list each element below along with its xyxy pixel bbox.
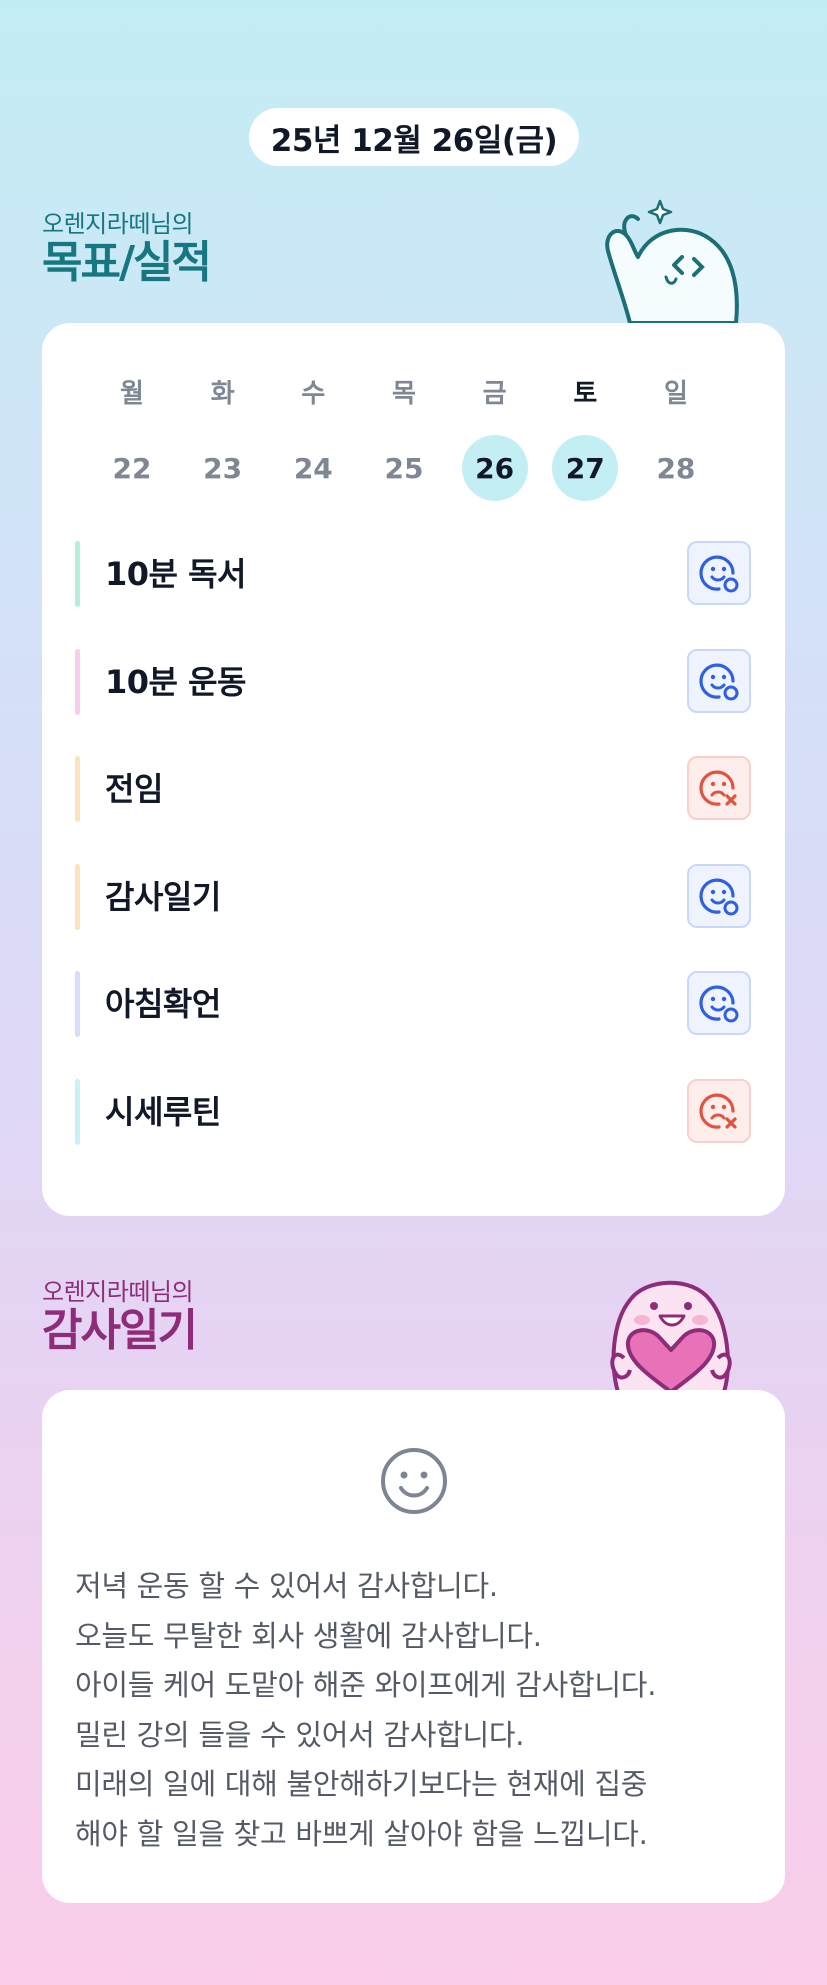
diary-line-3: 아이들 케어 도맡아 해준 와이프에게 감사합니다. — [75, 1668, 657, 1702]
goal-color-bar — [75, 648, 80, 715]
diary-line-6: 해야 할 일을 찾고 바쁘게 살아야 함을 느낍니다. — [75, 1816, 648, 1851]
goal-row[interactable]: 10분 운동 — [75, 648, 751, 715]
thumbs-up-mascot-icon — [605, 199, 739, 325]
goal-label: 시세루틴 — [105, 1092, 221, 1131]
diary-line-2: 오늘도 무탈한 회사 생활에 감사합니다. — [75, 1618, 542, 1653]
smile-icon — [381, 1448, 447, 1514]
date-27-today[interactable]: 27 — [552, 435, 619, 501]
day-name-mon: 월 — [120, 378, 144, 409]
date-label[interactable]: 25년 12월 26일(금) — [249, 108, 579, 166]
heart-holding-mascot-icon — [610, 1280, 732, 1392]
date-24[interactable]: 24 — [280, 435, 346, 501]
day-name-tue: 화 — [210, 378, 235, 409]
goal-status-fail-button[interactable] — [687, 756, 751, 820]
goal-color-bar — [75, 1078, 80, 1145]
goal-color-bar — [75, 756, 80, 822]
goal-status-done-button[interactable] — [687, 863, 751, 928]
day-name-sat: 토 — [573, 378, 598, 409]
gratitude-card: 저녁 운동 할 수 있어서 감사합니다. 오늘도 무탈한 회사 생활에 감사합니… — [42, 1390, 785, 1903]
goal-color-bar — [75, 541, 80, 607]
goal-section-title: 목표/실적 — [42, 237, 212, 288]
date-25[interactable]: 25 — [371, 435, 437, 501]
day-name-wed: 수 — [301, 378, 326, 409]
diary-line-4: 밀린 강의 들을 수 있어서 감사합니다. — [75, 1717, 525, 1752]
goal-status-done-button[interactable] — [687, 541, 751, 605]
goal-card: 월 화 수 목 금 토 일 22 23 24 25 26 27 28 10분 독… — [42, 323, 785, 1216]
date-23[interactable]: 23 — [190, 435, 256, 501]
week-calendar: 월 화 수 목 금 토 일 22 23 24 25 26 27 28 — [99, 373, 709, 501]
goal-label: 감사일기 — [105, 877, 221, 916]
gratitude-diary-text: 저녁 운동 할 수 있어서 감사합니다. 오늘도 무탈한 회사 생활에 감사합니… — [75, 1562, 765, 1859]
goal-label: 전임 — [105, 770, 163, 808]
date-22[interactable]: 22 — [99, 435, 165, 501]
goal-status-done-button[interactable] — [687, 971, 751, 1035]
smile-check-icon — [697, 551, 741, 595]
date-26-selected[interactable]: 26 — [461, 435, 528, 501]
goal-row[interactable]: 아침확언 — [75, 971, 751, 1037]
day-name-sun: 일 — [663, 378, 688, 409]
gratitude-section-title: 감사일기 — [42, 1305, 198, 1356]
goal-label: 아침확언 — [105, 985, 221, 1023]
goal-row[interactable]: 전임 — [75, 756, 751, 822]
goal-status-fail-button[interactable] — [687, 1078, 751, 1143]
sad-x-icon — [697, 1089, 741, 1133]
smile-check-icon — [697, 874, 741, 918]
day-name-fri: 금 — [482, 378, 507, 409]
sad-x-icon — [697, 766, 741, 810]
goal-row[interactable]: 10분 독서 — [75, 541, 751, 607]
gratitude-section-heading: 오렌지라떼님의 감사일기 — [42, 1278, 198, 1356]
goal-color-bar — [75, 971, 80, 1037]
gratitude-section-subtitle: 오렌지라떼님의 — [42, 1278, 194, 1306]
goal-color-bar — [75, 863, 80, 930]
goal-label: 10분 독서 — [105, 555, 247, 593]
diary-line-1: 저녁 운동 할 수 있어서 감사합니다. — [75, 1569, 498, 1603]
goal-row[interactable]: 감사일기 — [75, 863, 751, 930]
goal-label: 10분 운동 — [105, 662, 247, 701]
goal-row[interactable]: 시세루틴 — [75, 1078, 751, 1145]
goal-list: 10분 독서 10분 운동 전임 감사일기 아침확언 시세루틴 — [75, 541, 751, 1186]
smile-check-icon — [697, 659, 741, 703]
goal-section-subtitle: 오렌지라떼님의 — [42, 210, 194, 238]
diary-line-5: 미래의 일에 대해 불안해하기보다는 현재에 집중 — [75, 1767, 648, 1801]
date-28[interactable]: 28 — [643, 435, 709, 501]
day-name-thu: 목 — [392, 378, 416, 409]
smile-check-icon — [697, 981, 741, 1025]
goal-status-done-button[interactable] — [687, 648, 751, 713]
goal-section-heading: 오렌지라떼님의 목표/실적 — [42, 210, 212, 288]
